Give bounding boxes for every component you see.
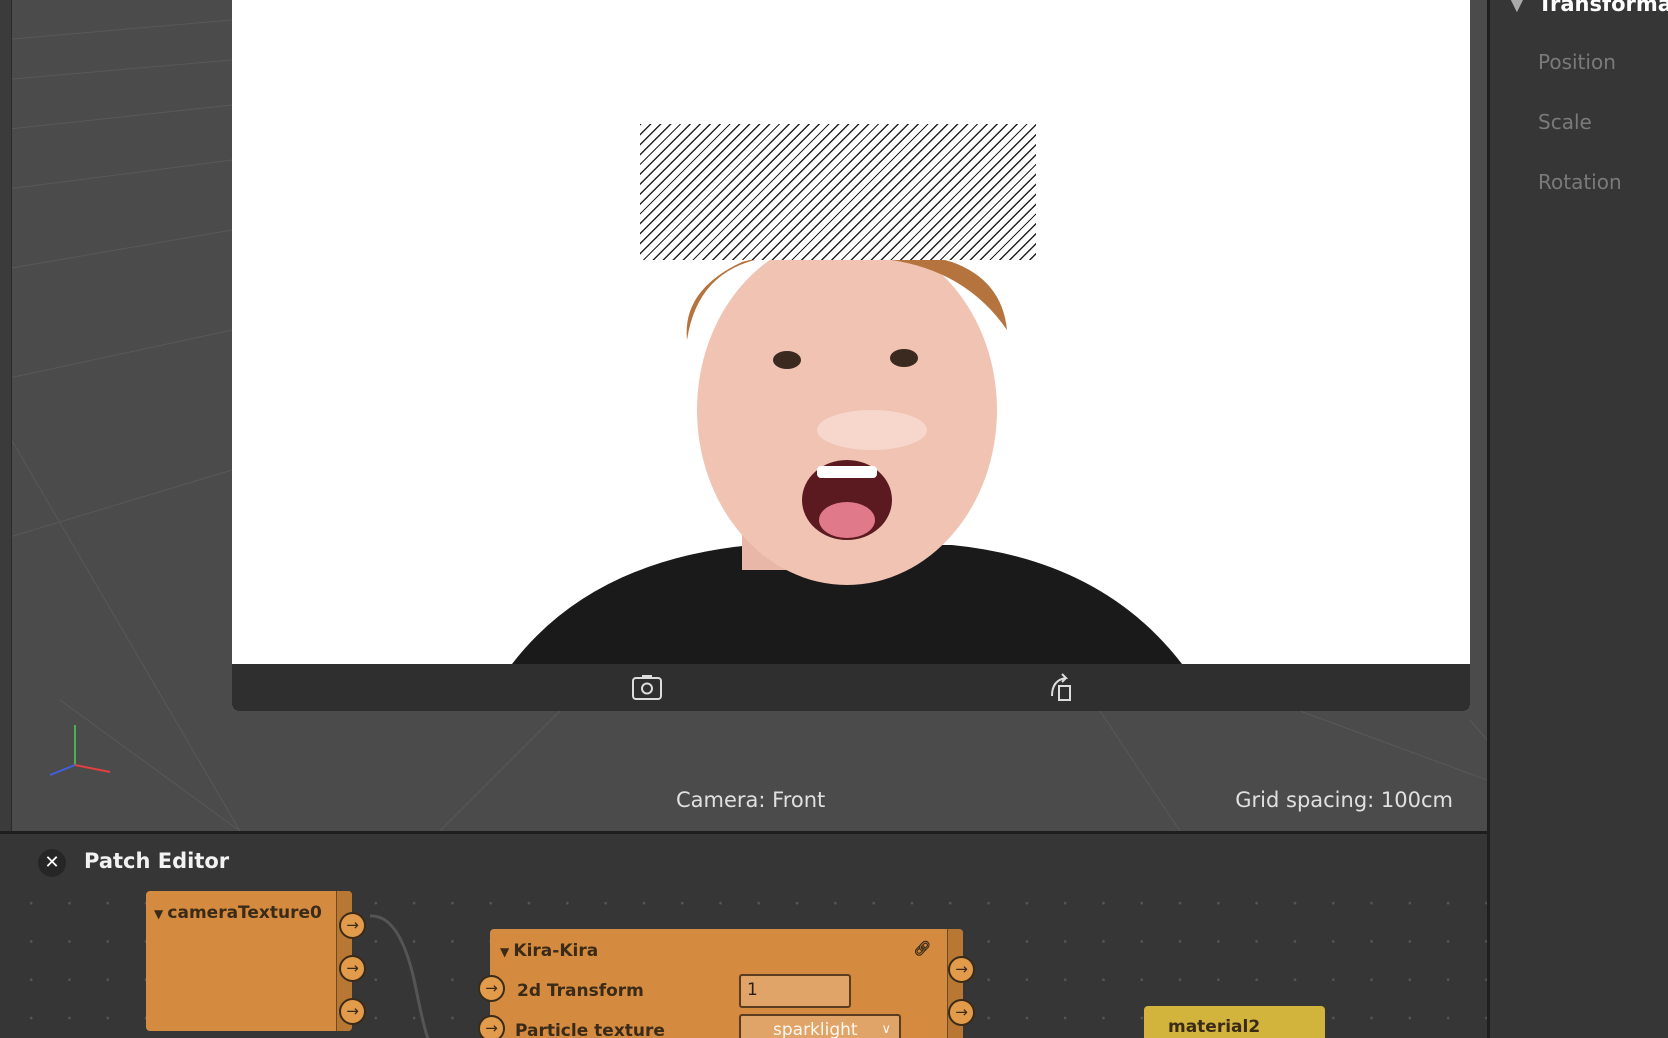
dropdown-value: sparklight <box>773 1020 858 1038</box>
chevron-down-icon: ∨ <box>881 1022 891 1037</box>
input-port[interactable]: → <box>478 1015 505 1038</box>
viewport-left-edge <box>0 0 12 831</box>
patch-node-camera-texture[interactable]: ▼ cameraTexture0 <box>146 891 352 1031</box>
camera-feed-image <box>512 235 1182 664</box>
node-title: ▼ Kira-Kira <box>500 941 598 961</box>
properties-panel: ▼ Transforma Position Scale Rotation <box>1487 0 1668 1038</box>
preview-toolbar <box>232 664 1470 711</box>
hatched-placeholder-plane <box>640 124 1036 260</box>
rotation-label: Rotation <box>1538 170 1622 194</box>
position-label: Position <box>1538 50 1616 74</box>
camera-label: Camera: Front <box>676 788 826 812</box>
input-port[interactable]: → <box>478 975 505 1002</box>
scale-label: Scale <box>1538 110 1592 134</box>
output-port[interactable]: → <box>339 955 366 982</box>
patch-node-kira-kira[interactable]: ▼ Kira-Kira 🔗︎ 2d Transform 1 Particle t… <box>490 929 963 1038</box>
output-port[interactable]: → <box>339 912 366 939</box>
output-port[interactable]: → <box>948 956 975 983</box>
output-port[interactable]: → <box>948 999 975 1026</box>
transform-section-title: Transforma <box>1538 0 1668 16</box>
node-title-text: Kira-Kira <box>513 941 599 961</box>
output-port[interactable]: → <box>339 998 366 1025</box>
2d-transform-field[interactable]: 1 <box>739 974 851 1008</box>
flip-camera-icon[interactable] <box>630 672 664 704</box>
axis-gizmo-icon <box>49 725 111 776</box>
patch-editor: ✕ Patch Editor ▼ cameraTexture0 → → → ▼ … <box>0 831 1487 1038</box>
close-patch-editor-button[interactable]: ✕ <box>38 849 66 877</box>
input-label-particle-texture: Particle texture <box>515 1021 665 1038</box>
rotate-device-icon[interactable] <box>1044 672 1078 704</box>
patch-editor-title: Patch Editor <box>84 849 230 873</box>
collapse-triangle-icon[interactable]: ▼ <box>1510 0 1524 15</box>
collapse-triangle-icon[interactable]: ▼ <box>154 907 167 921</box>
simulator-preview[interactable] <box>232 0 1470 711</box>
node-title-text: material2 <box>1168 1017 1261 1037</box>
collapse-triangle-icon[interactable]: ▼ <box>500 945 513 959</box>
patch-connection-wire <box>369 914 430 1038</box>
grid-spacing-label: Grid spacing: 100cm <box>1235 788 1453 812</box>
3d-viewport[interactable]: Camera: Front Grid spacing: 100cm <box>0 0 1487 831</box>
node-title-text: cameraTexture0 <box>167 903 322 923</box>
particle-texture-dropdown[interactable]: sparklight ∨ <box>739 1014 901 1038</box>
input-label-2d-transform: 2d Transform <box>517 981 644 1001</box>
node-title: ▼ cameraTexture0 <box>154 903 322 923</box>
patch-node-material2[interactable]: material2 <box>1144 1006 1325 1038</box>
link-icon[interactable]: 🔗︎ <box>913 941 931 957</box>
